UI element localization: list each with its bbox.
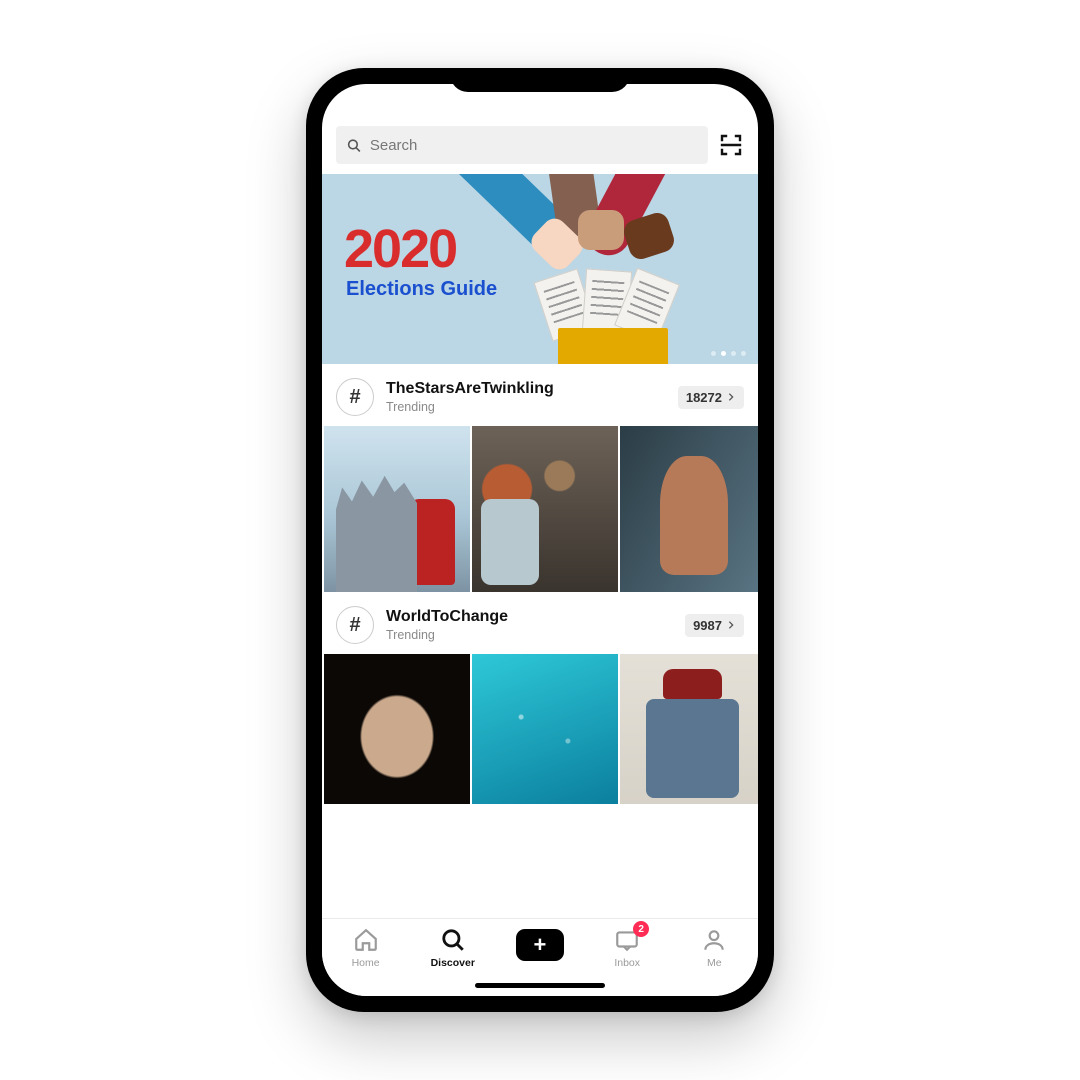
featured-banner[interactable]: 2020 Elections Guide [322,174,758,364]
hashtag-title: TheStarsAreTwinkling [386,380,666,398]
tab-me[interactable]: Me [684,927,744,969]
home-icon [353,927,379,953]
section-title-area[interactable]: WorldToChange Trending [386,608,673,642]
video-thumbnail[interactable] [472,654,618,804]
phone-frame: 2020 Elections Guide # TheStarsAreTwinkl… [306,68,774,1012]
plus-icon: + [534,934,547,956]
banner-subtitle: Elections Guide [346,278,497,301]
profile-icon [701,927,727,953]
qr-scan-icon [719,133,743,157]
device-notch [450,68,630,92]
view-count-pill[interactable]: 18272 [678,386,744,409]
video-thumbnail[interactable] [620,426,758,592]
tab-label: Inbox [614,957,640,969]
view-count-pill[interactable]: 9987 [685,614,744,637]
tab-label: Me [707,957,722,969]
video-thumbnail[interactable] [472,426,618,592]
search-field[interactable] [336,126,708,164]
video-thumbnail[interactable] [324,426,470,592]
trending-section: # WorldToChange Trending 9987 [322,592,758,804]
app-screen: 2020 Elections Guide # TheStarsAreTwinkl… [322,84,758,996]
tab-home[interactable]: Home [336,927,396,969]
carousel-dots[interactable] [711,351,746,356]
hashtag-title: WorldToChange [386,608,673,626]
discover-icon [440,927,466,953]
view-count: 18272 [686,390,722,405]
ballot-box-icon [558,328,668,364]
search-input[interactable] [370,137,698,154]
hashtag-icon: # [336,606,374,644]
tab-inbox[interactable]: 2 Inbox [597,927,657,969]
hashtag-subtitle: Trending [386,400,666,414]
banner-title: 2020 [344,218,456,280]
section-title-area[interactable]: TheStarsAreTwinkling Trending [386,380,666,414]
tab-create[interactable]: + [510,927,570,961]
video-thumbnails [322,654,758,804]
discover-content: # TheStarsAreTwinkling Trending 18272 [322,364,758,918]
home-indicator[interactable] [475,983,605,988]
qr-scan-button[interactable] [718,132,744,158]
create-button[interactable]: + [516,929,564,961]
tab-discover[interactable]: Discover [423,927,483,969]
chevron-right-icon [726,392,736,402]
hashtag-subtitle: Trending [386,628,673,642]
hashtag-icon: # [336,378,374,416]
chevron-right-icon [726,620,736,630]
inbox-badge: 2 [633,921,649,937]
video-thumbnail[interactable] [620,654,758,804]
top-bar [322,84,758,174]
trending-section: # TheStarsAreTwinkling Trending 18272 [322,364,758,592]
video-thumbnails [322,426,758,592]
view-count: 9987 [693,618,722,633]
search-icon [346,137,362,154]
tab-label: Discover [431,957,475,969]
tab-label: Home [352,957,380,969]
video-thumbnail[interactable] [324,654,470,804]
